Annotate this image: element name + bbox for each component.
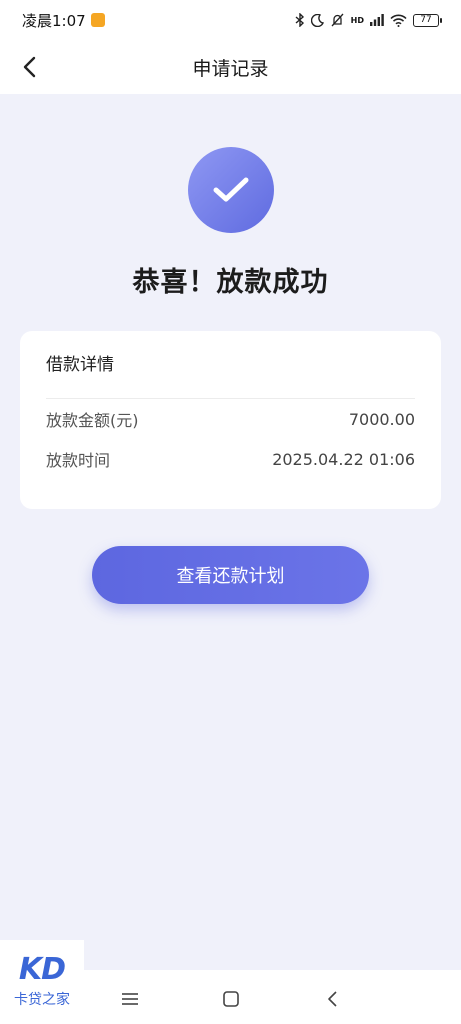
menu-icon	[122, 993, 138, 1005]
detail-row-amount: 放款金额(元) 7000.00	[46, 399, 415, 439]
system-back-button[interactable]	[317, 985, 347, 1013]
moon-icon	[310, 13, 324, 27]
detail-value: 2025.04.22 01:06	[272, 449, 415, 469]
signal-icon	[370, 14, 384, 26]
system-home-button[interactable]	[216, 985, 246, 1013]
status-right: HD 77	[295, 13, 442, 27]
wifi-icon	[390, 14, 407, 27]
detail-label: 放款时间	[46, 451, 111, 470]
success-badge	[188, 147, 274, 233]
success-title: 恭喜！放款成功	[132, 267, 329, 298]
notification-icon	[90, 13, 105, 27]
navbar: 申请记录	[0, 40, 461, 94]
detail-value: 7000.00	[348, 409, 415, 429]
battery-icon: 77	[413, 13, 442, 27]
view-repayment-plan-button[interactable]: 查看还款计划	[92, 546, 369, 604]
back-button[interactable]	[12, 50, 46, 84]
system-menu-button[interactable]	[115, 985, 145, 1013]
watermark-mark: KD	[18, 952, 66, 987]
status-left: 凌晨1:07	[22, 10, 105, 31]
bluetooth-icon	[295, 13, 304, 27]
status-bar: 凌晨1:07 HD 77	[0, 0, 461, 40]
watermark-text: 卡贷之家	[14, 992, 70, 1008]
mute-icon	[331, 13, 344, 27]
card-title: 借款详情	[46, 331, 415, 399]
network-label: HD	[350, 15, 364, 25]
page-title: 申请记录	[192, 57, 269, 80]
detail-label: 放款金额(元)	[46, 411, 139, 430]
status-time: 凌晨1:07	[22, 11, 86, 30]
loan-details-card: 借款详情 放款金额(元) 7000.00 放款时间 2025.04.22 01:…	[20, 331, 441, 509]
back-icon	[328, 991, 337, 1007]
check-icon	[213, 177, 249, 202]
home-icon	[223, 991, 239, 1007]
watermark-logo: KD 卡贷之家	[0, 940, 84, 1024]
chevron-left-icon	[23, 56, 36, 78]
detail-row-time: 放款时间 2025.04.22 01:06	[46, 439, 415, 479]
